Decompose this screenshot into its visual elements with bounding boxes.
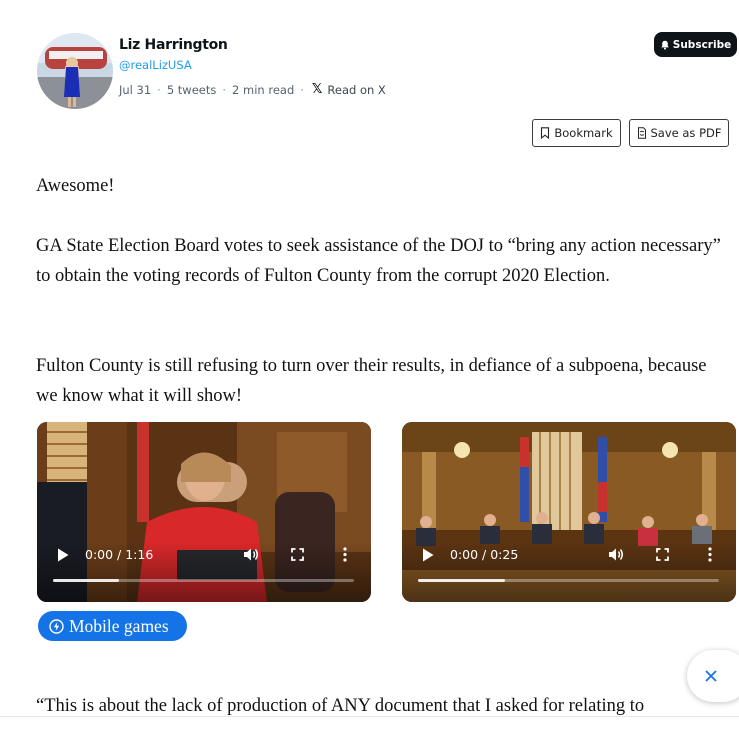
thread-paragraph: Fulton County is still refusing to turn … — [36, 356, 707, 406]
author-name[interactable]: Liz Harrington — [119, 37, 228, 53]
play-icon[interactable] — [422, 548, 434, 562]
author-handle[interactable]: @realLizUSA — [119, 58, 192, 72]
video-progress-bar[interactable] — [418, 579, 719, 582]
video-time: 0:00 / 0:25 — [450, 547, 519, 562]
save-pdf-label: Save as PDF — [650, 126, 722, 140]
bell-icon — [660, 40, 669, 50]
read-on-x-link[interactable]: Read on X — [327, 83, 385, 97]
x-logo-icon[interactable]: 𝕏 — [312, 82, 322, 97]
separator-dot: · — [300, 82, 304, 97]
mobile-games-button[interactable]: Mobile games — [38, 611, 187, 641]
save-pdf-button[interactable]: Save as PDF — [629, 119, 729, 147]
video-progress-bar[interactable] — [53, 579, 354, 582]
separator-dot: · — [157, 82, 161, 97]
close-icon — [705, 670, 717, 682]
more-vertical-icon[interactable] — [343, 547, 347, 562]
video-player[interactable]: 0:00 / 1:16 — [37, 422, 371, 602]
fullscreen-icon[interactable] — [291, 548, 304, 561]
bookmark-label: Bookmark — [554, 126, 613, 140]
thread-paragraph: GA State Election Board votes to seek as… — [36, 236, 721, 286]
subscribe-label: Subscribe — [672, 38, 732, 51]
video-buffered — [53, 579, 120, 582]
video-buffered — [418, 579, 506, 582]
play-icon[interactable] — [57, 548, 69, 562]
fullscreen-icon[interactable] — [656, 548, 669, 561]
more-vertical-icon[interactable] — [708, 547, 712, 562]
tweet-count: 5 tweets — [166, 82, 217, 97]
thread-date: Jul 31 — [119, 82, 152, 97]
subscribe-button[interactable]: Subscribe — [654, 32, 737, 57]
video-player[interactable]: 0:00 / 0:25 — [402, 422, 736, 602]
pdf-icon — [637, 127, 646, 139]
volume-icon[interactable] — [608, 547, 624, 562]
thread-meta: Jul 31 · 5 tweets · 2 min read · 𝕏 Read … — [119, 82, 386, 97]
divider — [0, 716, 739, 717]
bookmark-button[interactable]: Bookmark — [532, 119, 621, 147]
read-time: 2 min read — [232, 82, 295, 97]
avatar[interactable] — [37, 33, 113, 109]
bookmark-icon — [541, 127, 550, 139]
bolt-icon — [49, 618, 64, 634]
volume-icon[interactable] — [243, 547, 259, 562]
thread-paragraph: Awesome! — [36, 176, 115, 196]
video-time: 0:00 / 1:16 — [85, 547, 154, 562]
separator-dot: · — [222, 82, 227, 97]
mobile-games-label: Mobile games — [69, 615, 169, 636]
